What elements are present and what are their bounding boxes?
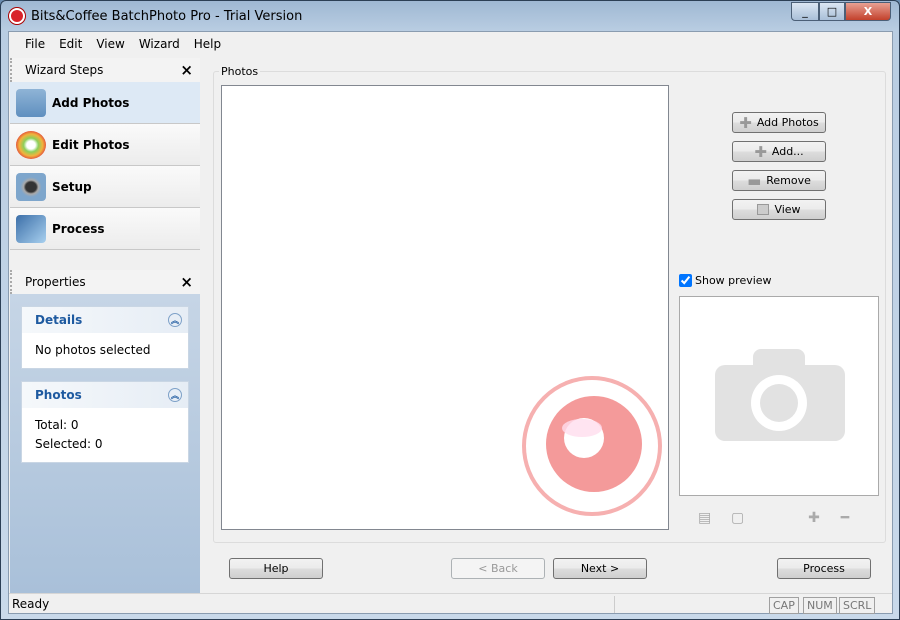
cap-indicator: CAP: [769, 597, 799, 614]
plus-icon: ✚: [754, 142, 767, 161]
step-setup[interactable]: Setup: [10, 166, 200, 208]
photos-card: Photos ︽ Total: 0 Selected: 0: [21, 381, 189, 463]
back-button[interactable]: < Back: [451, 558, 545, 579]
menu-help[interactable]: Help: [194, 37, 221, 51]
collapse-icon[interactable]: ︽: [168, 313, 182, 327]
view-icon: [757, 204, 770, 215]
help-button[interactable]: Help: [229, 558, 323, 579]
photos-title: Photos: [35, 388, 82, 402]
camera-placeholder-icon: [715, 349, 845, 441]
close-properties-icon[interactable]: ×: [180, 273, 193, 291]
zoom-in-icon[interactable]: ✚: [808, 511, 820, 525]
process-icon: [16, 214, 46, 243]
step-label: Add Photos: [52, 95, 130, 110]
details-card: Details ︽ No photos selected: [21, 306, 189, 369]
menu-bar: File Edit View Wizard Help: [9, 32, 892, 56]
show-preview-check[interactable]: [679, 274, 692, 287]
close-button[interactable]: X: [845, 2, 891, 21]
zoom-out-icon[interactable]: ━: [839, 511, 851, 525]
photos-list[interactable]: [221, 85, 669, 530]
status-text: Ready: [12, 597, 50, 611]
add-button[interactable]: ✚ Add...: [732, 141, 826, 162]
step-edit-photos[interactable]: Edit Photos: [10, 124, 200, 166]
menu-edit[interactable]: Edit: [59, 37, 82, 51]
title-bar: Bits&Coffee BatchPhoto Pro - Trial Versi…: [9, 6, 302, 26]
add-photos-button[interactable]: ✚ Add Photos: [732, 112, 826, 133]
photos-total: Total: 0: [35, 418, 79, 432]
preview-pane: [679, 296, 879, 496]
step-label: Setup: [52, 179, 92, 194]
app-window: Bits&Coffee BatchPhoto Pro - Trial Versi…: [0, 0, 900, 620]
photos-selected: Selected: 0: [35, 437, 103, 451]
wizard-steps-title: Wizard Steps: [25, 63, 104, 77]
minimize-button[interactable]: _: [791, 2, 819, 21]
details-title: Details: [35, 313, 83, 327]
step-add-photos[interactable]: Add Photos: [10, 82, 200, 124]
minus-icon: ▬: [747, 171, 762, 190]
wizard-steps-header: Wizard Steps ×: [10, 58, 200, 82]
collapse-icon[interactable]: ︽: [168, 388, 182, 402]
left-panel: Wizard Steps × Add Photos Edit Photos Se…: [10, 58, 200, 593]
step-label: Edit Photos: [52, 137, 130, 152]
window-title: Bits&Coffee BatchPhoto Pro - Trial Versi…: [31, 8, 303, 24]
view-button[interactable]: View: [732, 199, 826, 220]
fit-icon[interactable]: ▢: [731, 511, 744, 525]
step-process[interactable]: Process: [10, 208, 200, 250]
step-label: Process: [52, 221, 105, 236]
menu-file[interactable]: File: [25, 37, 45, 51]
client-area: File Edit View Wizard Help Wizard Steps …: [8, 31, 893, 614]
scrl-indicator: SCRL: [839, 597, 876, 614]
plus-icon: ✚: [739, 113, 752, 132]
photos-group-label: Photos: [219, 65, 261, 78]
menu-wizard[interactable]: Wizard: [139, 37, 180, 51]
add-photos-icon: [16, 88, 46, 117]
status-bar: Ready CAP NUM SCRL: [9, 593, 892, 614]
remove-button[interactable]: ▬ Remove: [732, 170, 826, 191]
next-button[interactable]: Next >: [553, 558, 647, 579]
app-logo-icon: [9, 8, 25, 24]
close-wizard-steps-icon[interactable]: ×: [180, 61, 193, 79]
edit-photos-icon: [16, 130, 46, 159]
setup-icon: [16, 172, 46, 201]
show-preview-checkbox[interactable]: Show preview: [679, 274, 772, 287]
thumbnail-icon[interactable]: ▤: [698, 511, 711, 525]
num-indicator: NUM: [803, 597, 837, 614]
process-button[interactable]: Process: [777, 558, 871, 579]
menu-view[interactable]: View: [96, 37, 124, 51]
properties-header: Properties ×: [10, 270, 200, 294]
watermark-logo: [522, 376, 662, 516]
properties-title: Properties: [25, 275, 86, 289]
details-text: No photos selected: [35, 343, 151, 357]
maximize-button[interactable]: □: [819, 2, 845, 21]
